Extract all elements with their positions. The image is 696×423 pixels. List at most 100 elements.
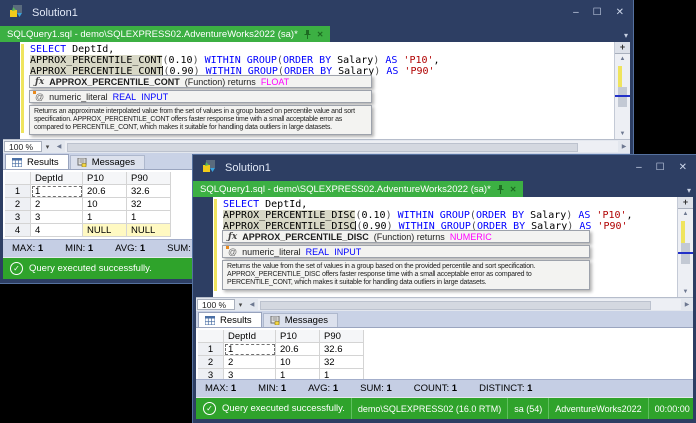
grid-cell[interactable]: 2: [31, 198, 83, 211]
table-row[interactable]: 1 1 20.6 32.6: [198, 343, 693, 356]
scrollbar-thumb[interactable]: [681, 243, 690, 264]
code-editor[interactable]: SELECT DeptId, APPROX_PERCENTILE_CONT(0.1…: [3, 42, 630, 139]
minimize-button[interactable]: –: [636, 163, 642, 173]
row-header[interactable]: 4: [5, 224, 31, 237]
intellisense-tooltip: ƒx APPROX_PERCENTILE_DISC (Function) ret…: [222, 230, 590, 290]
scroll-up-icon[interactable]: ▲: [678, 209, 693, 219]
scroll-left-icon[interactable]: ◀: [53, 143, 65, 150]
row-header[interactable]: 1: [198, 343, 224, 356]
row-header[interactable]: 3: [198, 369, 224, 379]
tab-close-icon[interactable]: ✕: [317, 30, 324, 39]
code-editor[interactable]: SELECT DeptId, APPROX_PERCENTILE_DISC(0.1…: [196, 197, 693, 297]
grid-cell[interactable]: 20.6: [276, 343, 320, 356]
row-header[interactable]: 1: [5, 185, 31, 198]
tab-messages[interactable]: Messages: [69, 155, 145, 169]
tooltip-param-direction: INPUT: [141, 91, 169, 102]
zoom-level-select[interactable]: 100 %: [4, 141, 42, 152]
grid-corner-cell[interactable]: [198, 330, 224, 343]
grid-cell[interactable]: 10: [83, 198, 127, 211]
grid-cell[interactable]: 1: [224, 343, 276, 356]
scroll-left-icon[interactable]: ◀: [246, 301, 258, 308]
code-text[interactable]: SELECT DeptId, APPROX_PERCENTILE_CONT(0.1…: [30, 44, 440, 77]
tab-results-label: Results: [220, 314, 252, 326]
maximize-button[interactable]: ☐: [656, 163, 665, 173]
function-icon: ƒx: [228, 231, 238, 242]
tab-list-dropdown-icon[interactable]: ▾: [624, 31, 628, 40]
document-tab[interactable]: SQLQuery1.sql - demo\SQLEXPRESS02.Advent…: [193, 181, 524, 197]
grid-column-header[interactable]: P10: [83, 172, 127, 185]
horizontal-scrollbar[interactable]: [65, 141, 618, 152]
tab-close-icon[interactable]: ✕: [510, 185, 517, 194]
grid-cell[interactable]: 1: [127, 211, 171, 224]
table-row[interactable]: 2 2 10 32: [198, 356, 693, 369]
scroll-down-icon[interactable]: ▼: [678, 287, 693, 297]
row-header[interactable]: 2: [198, 356, 224, 369]
grid-cell[interactable]: 1: [83, 211, 127, 224]
zoom-dropdown-icon[interactable]: ▾: [235, 301, 246, 309]
window-title: Solution1: [225, 162, 271, 174]
close-button[interactable]: ✕: [679, 163, 687, 173]
code-line[interactable]: APPROX_PERCENTILE_CONT(0.10) WITHIN GROU…: [30, 55, 440, 66]
grid-cell[interactable]: 20.6: [83, 185, 127, 198]
grid-cell[interactable]: 32.6: [127, 185, 171, 198]
code-text[interactable]: SELECT DeptId, APPROX_PERCENTILE_DISC(0.1…: [223, 199, 633, 232]
scroll-right-icon[interactable]: ▶: [618, 143, 630, 150]
tab-messages[interactable]: Messages: [262, 313, 338, 327]
grid-cell[interactable]: 1: [31, 185, 83, 198]
grid-cell[interactable]: 32: [320, 356, 364, 369]
grid-column-header[interactable]: DeptId: [31, 172, 83, 185]
grid-cell[interactable]: 3: [224, 369, 276, 379]
title-bar[interactable]: Solution1 – ☐ ✕: [0, 0, 633, 26]
tab-list-dropdown-icon[interactable]: ▾: [687, 186, 691, 195]
row-header[interactable]: 2: [5, 198, 31, 211]
document-tab-label: SQLQuery1.sql - demo\SQLEXPRESS02.Advent…: [7, 28, 298, 40]
zoom-level-select[interactable]: 100 %: [197, 299, 235, 310]
grid-cell[interactable]: NULL: [127, 224, 171, 237]
scroll-down-icon[interactable]: ▼: [615, 129, 630, 139]
code-line[interactable]: SELECT DeptId,: [30, 44, 440, 55]
grid-cell[interactable]: 1: [320, 369, 364, 379]
grid-column-header[interactable]: P10: [276, 330, 320, 343]
code-line[interactable]: SELECT DeptId,: [223, 199, 633, 210]
pin-icon[interactable]: [304, 29, 311, 39]
grid-cell[interactable]: 2: [224, 356, 276, 369]
vertical-scrollbar[interactable]: + ▲ ▼: [677, 197, 693, 297]
document-tab-strip: SQLQuery1.sql - demo\SQLEXPRESS02.Advent…: [0, 26, 633, 42]
minimize-button[interactable]: –: [573, 8, 579, 18]
code-line[interactable]: APPROX_PERCENTILE_DISC(0.10) WITHIN GROU…: [223, 210, 633, 221]
table-row[interactable]: 3311: [198, 369, 693, 379]
scroll-right-icon[interactable]: ▶: [681, 301, 693, 308]
horizontal-scrollbar-thumb[interactable]: [260, 301, 652, 310]
grid-cell[interactable]: 32.6: [320, 343, 364, 356]
horizontal-scrollbar-thumb[interactable]: [67, 143, 578, 152]
grid-cell[interactable]: 10: [276, 356, 320, 369]
parameter-icon: @: [225, 245, 238, 257]
grid-column-header[interactable]: P90: [127, 172, 171, 185]
grid-corner-cell[interactable]: [5, 172, 31, 185]
grid-cell[interactable]: 32: [127, 198, 171, 211]
grid-cell[interactable]: NULL: [83, 224, 127, 237]
messages-icon: [77, 158, 87, 167]
grid-cell[interactable]: 1: [276, 369, 320, 379]
scrollbar-track[interactable]: [678, 219, 693, 287]
document-tab-strip: SQLQuery1.sql - demo\SQLEXPRESS02.Advent…: [193, 181, 696, 197]
grid-column-header[interactable]: P90: [320, 330, 364, 343]
scroll-up-icon[interactable]: ▲: [615, 54, 630, 64]
tab-results[interactable]: Results: [198, 312, 262, 327]
horizontal-scrollbar[interactable]: [258, 299, 681, 310]
maximize-button[interactable]: ☐: [593, 8, 602, 18]
close-button[interactable]: ✕: [616, 8, 624, 18]
title-bar[interactable]: Solution1 – ☐ ✕: [193, 155, 696, 181]
pin-icon[interactable]: [497, 184, 504, 194]
grid-cell[interactable]: 3: [31, 211, 83, 224]
splitter-button[interactable]: +: [615, 42, 630, 54]
grid-cell[interactable]: 4: [31, 224, 83, 237]
grid-column-header[interactable]: DeptId: [224, 330, 276, 343]
splitter-button[interactable]: +: [678, 197, 693, 209]
scrollbar-track[interactable]: [615, 64, 630, 129]
row-header[interactable]: 3: [5, 211, 31, 224]
tab-results[interactable]: Results: [5, 154, 69, 169]
document-tab[interactable]: SQLQuery1.sql - demo\SQLEXPRESS02.Advent…: [0, 26, 331, 42]
vertical-scrollbar[interactable]: + ▲ ▼: [614, 42, 630, 139]
zoom-dropdown-icon[interactable]: ▾: [42, 143, 53, 151]
